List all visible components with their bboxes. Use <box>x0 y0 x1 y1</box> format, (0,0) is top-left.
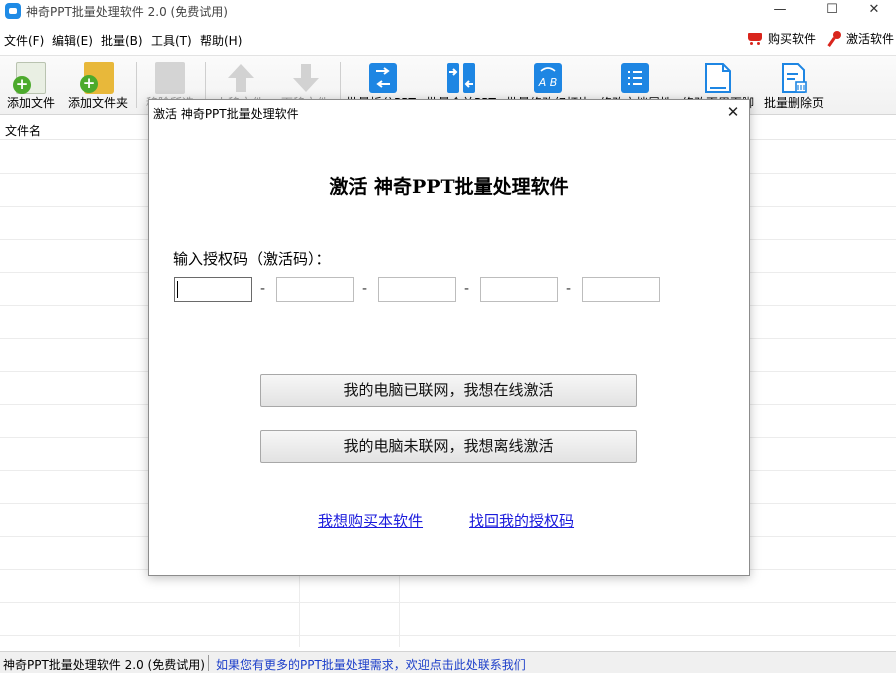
menu-help[interactable]: 帮助(H) <box>200 32 242 49</box>
buy-software-button[interactable]: 购买软件 <box>746 30 816 47</box>
batch-delete-pages-button[interactable]: 批量删除页 <box>760 56 828 116</box>
dialog-close-button[interactable]: ✕ <box>721 101 745 123</box>
contact-us-link[interactable]: 如果您有更多的PPT批量处理需求，欢迎点击此处联系我们 <box>216 656 526 673</box>
maximize-button[interactable]: ☐ <box>810 0 854 22</box>
dialog-title: 激活 神奇PPT批量处理软件 <box>153 107 299 121</box>
code-separator: - <box>566 281 572 297</box>
code-separator: - <box>464 281 470 297</box>
buy-software-label: 购买软件 <box>768 32 817 46</box>
window-title: 神奇PPT批量处理软件 2.0 (免费试用) <box>26 5 228 19</box>
code-separator: - <box>260 281 266 297</box>
menu-tools[interactable]: 工具(T) <box>151 32 192 49</box>
add-folder-icon: + <box>80 62 114 94</box>
window-titlebar: 神奇PPT批量处理软件 2.0 (免费试用) — ☐ ✕ <box>0 0 896 22</box>
merge-icon <box>447 63 475 93</box>
menu-bar: 文件(F) 编辑(E) 批量(B) 工具(T) 帮助(H) 购买软件 激活软件 <box>0 27 896 51</box>
app-logo-icon <box>5 3 21 19</box>
recover-license-link[interactable]: 找回我的授权码 <box>469 510 574 531</box>
license-code-field-4[interactable] <box>480 277 558 302</box>
close-window-button[interactable]: ✕ <box>852 0 896 22</box>
license-code-prompt: 输入授权码（激活码）： <box>173 250 331 268</box>
dialog-heading: 激活 神奇PPT批量处理软件 <box>329 176 569 198</box>
activate-software-button[interactable]: 激活软件 <box>828 30 894 47</box>
text-replace-icon: A B <box>534 63 562 93</box>
key-icon <box>828 30 842 47</box>
svg-text:A B: A B <box>538 76 558 89</box>
offline-activate-button[interactable]: 我的电脑未联网，我想离线激活 <box>260 430 637 463</box>
menu-edit[interactable]: 编辑(E) <box>52 32 93 49</box>
activate-software-label: 激活软件 <box>846 32 895 46</box>
code-separator: - <box>362 281 368 297</box>
menu-file[interactable]: 文件(F) <box>4 32 44 49</box>
minimize-button[interactable]: — <box>758 0 802 22</box>
list-row-divider <box>0 602 896 603</box>
list-row-divider <box>0 635 896 636</box>
add-file-button[interactable]: + 添加文件 <box>4 56 60 116</box>
column-filename[interactable]: 文件名 <box>5 122 41 139</box>
cart-icon <box>746 32 764 46</box>
add-folder-label: 添加文件夹 <box>68 96 129 110</box>
remove-file-icon <box>155 62 185 94</box>
status-divider <box>208 655 209 671</box>
arrow-up-icon <box>228 64 254 92</box>
toolbar-separator <box>136 62 137 108</box>
batch-delete-pages-label: 批量删除页 <box>764 96 825 110</box>
license-code-field-2[interactable] <box>276 277 354 302</box>
license-code-field-1[interactable] <box>174 277 252 302</box>
document-icon <box>705 63 731 93</box>
status-bar: 神奇PPT批量处理软件 2.0 (免费试用) 如果您有更多的PPT批量处理需求，… <box>0 651 896 673</box>
add-file-label: 添加文件 <box>7 96 56 110</box>
license-code-field-5[interactable] <box>582 277 660 302</box>
menu-batch[interactable]: 批量(B) <box>101 32 143 49</box>
add-file-icon: + <box>13 62 46 94</box>
license-code-field-3[interactable] <box>378 277 456 302</box>
status-app-name: 神奇PPT批量处理软件 2.0 (免费试用) <box>3 658 205 672</box>
arrow-down-icon <box>293 64 319 92</box>
delete-page-icon <box>782 63 807 93</box>
text-caret <box>177 281 178 298</box>
split-icon <box>369 63 397 93</box>
properties-list-icon <box>621 63 649 93</box>
activation-dialog: 激活 神奇PPT批量处理软件 ✕ 激活 神奇PPT批量处理软件 输入授权码（激活… <box>148 99 750 576</box>
dialog-titlebar: 激活 神奇PPT批量处理软件 ✕ <box>149 100 749 124</box>
add-folder-button[interactable]: + 添加文件夹 <box>66 56 132 116</box>
buy-software-link[interactable]: 我想购买本软件 <box>318 510 423 531</box>
online-activate-button[interactable]: 我的电脑已联网，我想在线激活 <box>260 374 637 407</box>
